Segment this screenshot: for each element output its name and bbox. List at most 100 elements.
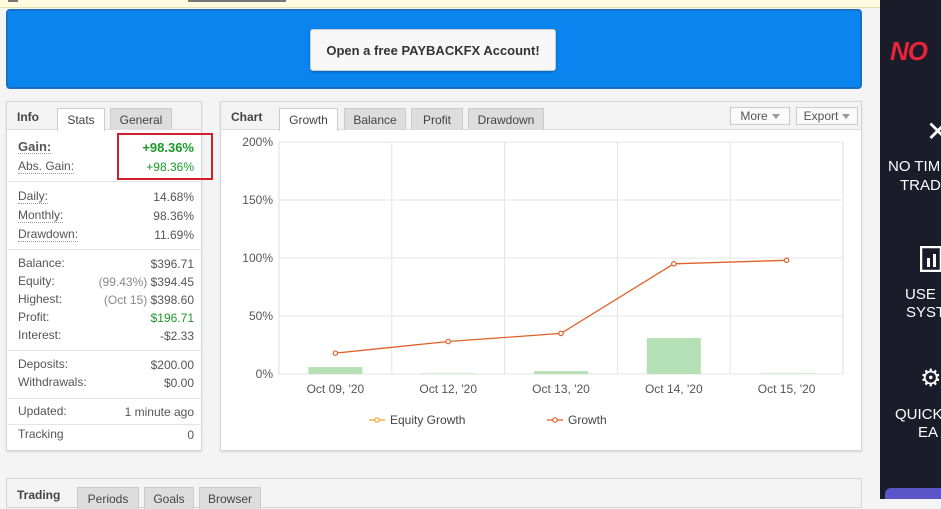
chart-panel-title: Chart xyxy=(231,110,263,124)
bar xyxy=(646,338,701,374)
tab-goals[interactable]: Goals xyxy=(144,487,194,509)
highest-label: Highest: xyxy=(18,292,63,306)
monthly-value: 98.36% xyxy=(153,209,194,223)
trading-panel-header: Trading Periods Goals Browser xyxy=(7,479,861,509)
deposits-row: Deposits: $200.00 xyxy=(18,358,194,374)
profit-value: $196.71 xyxy=(150,311,194,325)
trading-panel-title: Trading xyxy=(17,488,61,502)
tab-growth[interactable]: Growth xyxy=(279,108,338,131)
divider xyxy=(8,424,202,425)
data-point xyxy=(558,330,564,337)
deposits-label: Deposits: xyxy=(18,357,69,371)
equity-value-group: (99.43%) $394.45 xyxy=(99,275,194,289)
data-point xyxy=(670,261,677,267)
info-panel-header: Info Stats General xyxy=(7,102,201,131)
interest-value: -$2.33 xyxy=(159,329,194,343)
balance-value: $396.71 xyxy=(150,257,194,271)
x-tick-label: Oct 14, '20 xyxy=(645,382,703,396)
tab-browser[interactable]: Browser xyxy=(199,487,261,509)
sidebar-ad[interactable]: NO ✕ NO TIM TRAD USE SYST ⚙ QUICK EA xyxy=(880,0,941,499)
highest-value: $398.60 xyxy=(150,293,194,307)
abs-gain-label[interactable]: Abs. Gain: xyxy=(18,160,75,174)
tab-periods[interactable]: Periods xyxy=(77,487,139,509)
ad-logo: NO xyxy=(890,36,928,66)
drawdown-label[interactable]: Drawdown: xyxy=(18,228,79,242)
bar xyxy=(421,373,476,374)
withdrawals-value: $0.00 xyxy=(163,376,194,390)
chevron-down-icon xyxy=(771,113,780,119)
top-strip-mark xyxy=(188,0,286,2)
open-account-button[interactable]: Open a free PAYBACKFX Account! xyxy=(310,29,556,71)
interest-row: Interest: -$2.33 xyxy=(18,329,194,345)
withdrawals-label: Withdrawals: xyxy=(18,375,87,389)
gear-icon: ⚙ xyxy=(920,365,941,392)
daily-value: 14.68% xyxy=(153,190,194,204)
tab-profit[interactable]: Profit xyxy=(411,108,463,130)
more-button[interactable]: More xyxy=(730,107,790,125)
bar xyxy=(534,371,588,374)
divider xyxy=(8,350,202,351)
ad-line-2a: USE xyxy=(905,286,936,303)
equity-row: Equity: (99.43%) $394.45 xyxy=(18,275,194,291)
drawdown-value: 11.69% xyxy=(154,228,194,242)
y-tick-label: 150% xyxy=(242,193,273,207)
ad-line-3a: QUICK xyxy=(895,406,941,423)
gain-label[interactable]: Gain: xyxy=(18,140,52,154)
data-point xyxy=(445,338,452,345)
legend-swatch-marker xyxy=(374,417,380,423)
ad-line-1b: TRAD xyxy=(900,177,941,194)
bar xyxy=(759,373,814,374)
y-tick-label: 200% xyxy=(242,135,273,149)
equity-percent: (99.43%) xyxy=(98,275,148,289)
tab-drawdown[interactable]: Drawdown xyxy=(468,108,544,130)
x-tick-label: Oct 13, '20 xyxy=(532,382,590,396)
tab-stats[interactable]: Stats xyxy=(57,108,105,131)
tab-balance[interactable]: Balance xyxy=(344,108,406,130)
legend-entry: Growth xyxy=(568,413,607,427)
export-button[interactable]: Export xyxy=(796,107,858,125)
ad-line-1a: NO TIM xyxy=(888,158,941,175)
divider xyxy=(8,249,202,250)
info-panel-title: Info xyxy=(17,110,39,124)
x-tick-label: Oct 09, '20 xyxy=(307,382,365,396)
ad-line-2b: SYST xyxy=(906,304,941,321)
daily-row: Daily: 14.68% xyxy=(18,190,194,206)
updated-label: Updated: xyxy=(18,404,67,418)
drawdown-row: Drawdown: 11.69% xyxy=(18,228,194,244)
tracking-row: Tracking 0 xyxy=(18,428,194,444)
x-icon: ✕ xyxy=(926,116,941,147)
tab-general[interactable]: General xyxy=(110,108,172,130)
balance-row: Balance: $396.71 xyxy=(18,257,194,273)
balance-label: Balance: xyxy=(18,256,65,270)
y-tick-label: 100% xyxy=(242,251,273,265)
y-tick-label: 0% xyxy=(256,367,274,381)
profit-row: Profit: $196.71 xyxy=(18,311,194,327)
bar xyxy=(308,367,363,374)
x-tick-label: Oct 12, '20 xyxy=(419,382,477,396)
updated-row: Updated: 1 minute ago xyxy=(18,405,194,421)
ad-line-3b: EA xyxy=(918,424,939,441)
top-strip-mark xyxy=(8,0,18,2)
deposits-value: $200.00 xyxy=(150,358,194,372)
ad-button[interactable] xyxy=(885,488,941,499)
x-tick-label: Oct 15, '20 xyxy=(758,382,816,396)
more-label: More xyxy=(740,109,768,123)
chevron-down-icon xyxy=(842,113,851,119)
data-point xyxy=(783,257,790,264)
top-strip xyxy=(0,0,880,8)
trading-panel: Trading Periods Goals Browser xyxy=(6,478,862,509)
highest-date: (Oct 15) xyxy=(103,293,148,307)
growth-chart: 0% 50% 100% 150% 200% Oct 09, '20 Oct 12, '20 O… xyxy=(242,135,844,427)
chart-panel-header: Chart Growth Balance Profit Drawdown Mor… xyxy=(221,102,861,131)
y-tick-label: 50% xyxy=(249,309,273,323)
chart-bars-icon xyxy=(919,245,941,279)
legend-entry: Equity Growth xyxy=(390,413,465,427)
profit-label: Profit: xyxy=(18,310,50,324)
daily-label[interactable]: Daily: xyxy=(18,190,49,204)
legend-swatch-marker xyxy=(552,417,558,423)
tracking-label: Tracking xyxy=(18,427,64,441)
gain-highlight-box xyxy=(117,133,213,180)
monthly-label[interactable]: Monthly: xyxy=(18,209,64,223)
interest-label: Interest: xyxy=(18,328,62,342)
withdrawals-row: Withdrawals: $0.00 xyxy=(18,376,194,392)
